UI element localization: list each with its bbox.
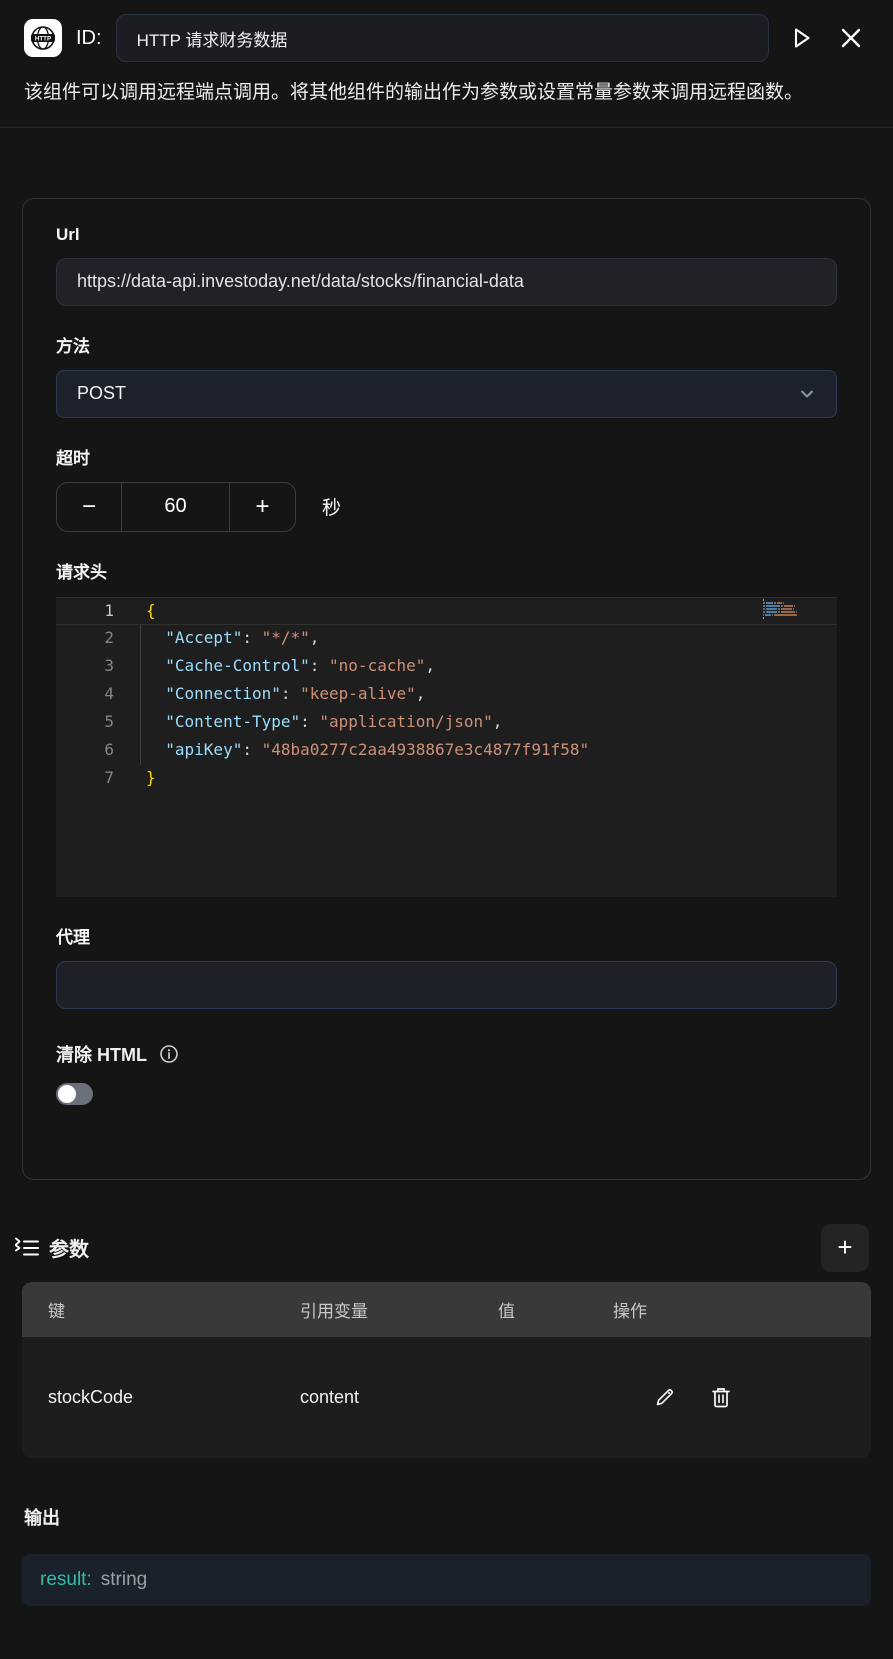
clear-html-toggle[interactable] <box>56 1083 93 1105</box>
code-text: "apiKey": "48ba0277c2aa4938867e3c4877f91… <box>114 737 589 765</box>
request-config-card: Url https://data-api.investoday.net/data… <box>22 198 871 1180</box>
clear-html-label: 清除 HTML <box>56 1041 147 1067</box>
component-description: 该组件可以调用远程端点调用。将其他组件的输出作为参数或设置常量参数来调用远程函数… <box>24 78 869 109</box>
component-id-value: HTTP 请求财务数据 <box>137 26 288 51</box>
svg-text:HTTP: HTTP <box>35 36 51 43</box>
toggle-knob <box>58 1085 76 1103</box>
close-icon[interactable] <box>833 20 869 56</box>
output-field-type: string <box>101 1569 147 1591</box>
line-number: 3 <box>56 653 114 681</box>
output-label: 输出 <box>24 1504 869 1530</box>
editor-minimap[interactable] <box>763 599 797 620</box>
code-text: "Connection": "keep-alive", <box>114 681 425 709</box>
method-select[interactable]: POST <box>56 370 837 418</box>
divider <box>0 127 893 128</box>
code-line[interactable]: 6 "apiKey": "48ba0277c2aa4938867e3c4877f… <box>56 737 837 765</box>
timeout-unit: 秒 <box>322 493 341 520</box>
code-text: } <box>114 765 156 793</box>
url-input[interactable]: https://data-api.investoday.net/data/sto… <box>56 258 837 306</box>
proxy-input[interactable] <box>56 961 837 1009</box>
col-key: 键 <box>48 1297 300 1322</box>
col-ref-variable: 引用变量 <box>300 1297 498 1322</box>
clear-html-row: 清除 HTML <box>56 1041 837 1067</box>
chevron-down-icon <box>798 385 816 403</box>
params-header: 参数 + <box>14 1224 869 1272</box>
param-ref: content <box>300 1387 498 1408</box>
proxy-label: 代理 <box>56 923 837 948</box>
add-param-button[interactable]: + <box>821 1224 869 1272</box>
code-lines: 1{2 "Accept": "*/*",3 "Cache-Control": "… <box>56 597 837 793</box>
headers-label: 请求头 <box>56 558 837 583</box>
url-value: https://data-api.investoday.net/data/sto… <box>77 271 524 292</box>
timeout-decrement-button[interactable]: − <box>57 483 122 531</box>
timeout-label: 超时 <box>56 444 837 469</box>
topbar: HTTP ID: HTTP 请求财务数据 <box>0 0 893 62</box>
info-icon[interactable] <box>159 1044 179 1064</box>
code-text: "Accept": "*/*", <box>114 625 319 653</box>
params-table-body: stockCode content <box>22 1337 871 1458</box>
timeout-increment-button[interactable]: + <box>230 483 295 531</box>
edit-pencil-icon[interactable] <box>653 1386 676 1409</box>
url-label: Url <box>56 225 837 245</box>
run-button[interactable] <box>783 20 819 56</box>
indent-guide <box>140 625 141 765</box>
code-line[interactable]: 4 "Connection": "keep-alive", <box>56 681 837 709</box>
params-table-header: 键 引用变量 值 操作 <box>22 1282 871 1337</box>
line-number: 1 <box>56 598 114 624</box>
line-number: 6 <box>56 737 114 765</box>
list-icon <box>14 1235 40 1261</box>
table-row[interactable]: stockCode content <box>22 1337 871 1458</box>
code-text: "Content-Type": "application/json", <box>114 709 502 737</box>
component-id-input[interactable]: HTTP 请求财务数据 <box>116 14 769 62</box>
headers-code-editor[interactable]: 1{2 "Accept": "*/*",3 "Cache-Control": "… <box>56 597 837 897</box>
code-line[interactable]: 3 "Cache-Control": "no-cache", <box>56 653 837 681</box>
col-value: 值 <box>498 1297 613 1322</box>
code-text: { <box>114 598 156 624</box>
code-line[interactable]: 7} <box>56 765 837 793</box>
line-number: 5 <box>56 709 114 737</box>
delete-trash-icon[interactable] <box>710 1386 732 1409</box>
code-line[interactable]: 1{ <box>56 597 837 625</box>
output-field[interactable]: result: string <box>22 1554 871 1606</box>
code-text: "Cache-Control": "no-cache", <box>114 653 435 681</box>
method-label: 方法 <box>56 332 837 357</box>
params-table: 键 引用变量 值 操作 stockCode content <box>22 1282 871 1458</box>
line-number: 7 <box>56 765 114 793</box>
id-label: ID: <box>76 27 102 50</box>
param-operations <box>613 1386 845 1409</box>
http-component-panel: HTTP ID: HTTP 请求财务数据 该组件可以调用远程端点调用。将其他组件… <box>0 0 893 1659</box>
timeout-stepper: − 60 + <box>56 482 296 532</box>
code-line[interactable]: 5 "Content-Type": "application/json", <box>56 709 837 737</box>
params-title: 参数 <box>49 1233 89 1262</box>
line-number: 4 <box>56 681 114 709</box>
code-line[interactable]: 2 "Accept": "*/*", <box>56 625 837 653</box>
timeout-value[interactable]: 60 <box>122 483 230 531</box>
param-key: stockCode <box>48 1387 300 1408</box>
method-value: POST <box>77 383 126 404</box>
col-operations: 操作 <box>613 1297 845 1322</box>
line-number: 2 <box>56 625 114 653</box>
timeout-row: − 60 + 秒 <box>56 482 837 532</box>
http-globe-icon: HTTP <box>24 19 62 57</box>
output-field-name: result: <box>40 1569 92 1591</box>
